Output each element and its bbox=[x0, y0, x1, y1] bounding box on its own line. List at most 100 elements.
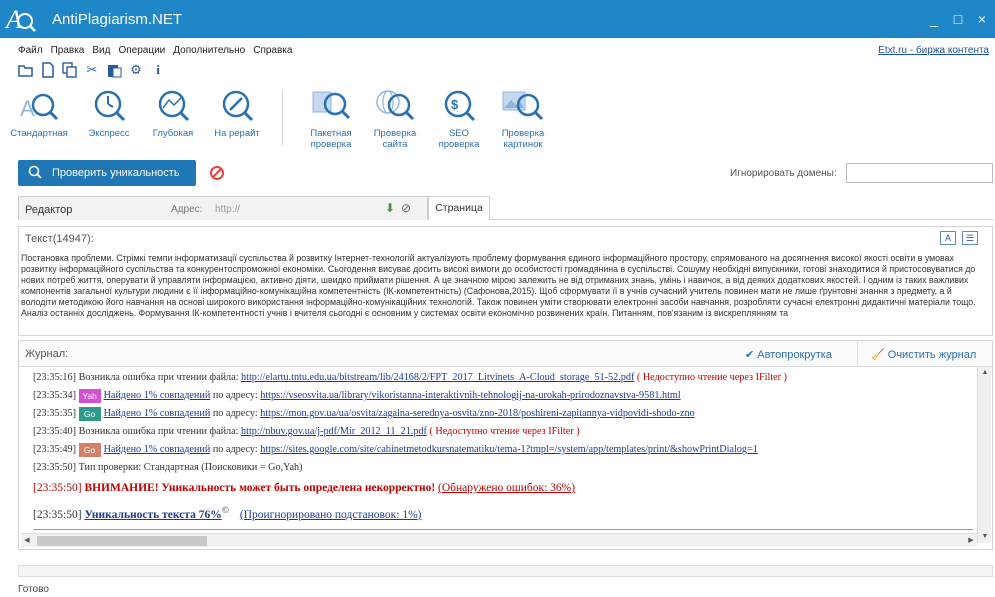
menu-edit[interactable]: Правка bbox=[51, 45, 85, 56]
warning-detail[interactable]: (Обнаружено ошибок: 36%) bbox=[438, 482, 575, 494]
express-check-button[interactable]: Экспресс bbox=[74, 86, 144, 139]
download-icon[interactable]: ⬇ bbox=[385, 201, 395, 215]
rewrite-check-label: На рерайт bbox=[214, 128, 260, 139]
log-entry: [23:35:50] Тип проверки: Стандартная (По… bbox=[33, 459, 978, 477]
log-text: Возникла ошибка при чтении файла: bbox=[78, 372, 242, 383]
warning-entry: [23:35:50] ВНИМАНИЕ! Уникальность может … bbox=[33, 477, 978, 499]
google-badge: Go bbox=[78, 442, 101, 457]
log-link[interactable]: http://nbuv.gov.ua/j-pdf/Mir_2012_11_21.… bbox=[241, 426, 427, 437]
scroll-right-icon[interactable]: ▶ bbox=[965, 534, 977, 548]
new-file-icon[interactable] bbox=[40, 62, 56, 78]
log-time: [23:35:40] bbox=[33, 426, 77, 437]
copyright-mark: © bbox=[221, 505, 229, 516]
check-uniqueness-button[interactable]: Проверить уникальность bbox=[18, 160, 196, 186]
text-view-icon[interactable]: ☰ bbox=[962, 231, 978, 245]
rewrite-check-icon bbox=[222, 90, 254, 122]
batch-check-icon bbox=[312, 91, 351, 120]
etxt-link[interactable]: Etxt.ru - биржа контента bbox=[878, 45, 989, 56]
address-input[interactable]: http:// bbox=[215, 204, 240, 215]
deep-check-button[interactable]: Глубокая bbox=[138, 86, 208, 139]
cut-icon[interactable]: ✂ bbox=[84, 62, 100, 78]
log-link[interactable]: http://elartu.tntu.edu.ua/bitstream/lib/… bbox=[241, 372, 634, 383]
log-entry: [23:35:34] Yah Найдено 1% совпадений по а… bbox=[33, 387, 978, 405]
progress-bar bbox=[18, 565, 993, 577]
batch-check-button[interactable]: Пакетная проверка bbox=[296, 86, 366, 150]
log-text: Возникла ошибка при чтении файла: bbox=[78, 426, 242, 437]
info-icon[interactable]: i bbox=[150, 62, 166, 78]
image-check-button[interactable]: Проверка картинок bbox=[488, 86, 558, 150]
ribbon-separator bbox=[282, 90, 283, 146]
clear-journal-button[interactable]: 🧹 Очистить журнал bbox=[871, 348, 976, 361]
log-time: [23:35:35] bbox=[33, 408, 77, 419]
clear-address-icon[interactable]: ⊘ bbox=[401, 201, 411, 215]
rewrite-check-button[interactable]: На рерайт bbox=[202, 86, 272, 139]
menu-help[interactable]: Справка bbox=[253, 45, 292, 56]
log-time: [23:35:16] bbox=[33, 372, 77, 383]
scroll-down-icon[interactable]: ▼ bbox=[978, 531, 992, 543]
check-uniqueness-label: Проверить уникальность bbox=[52, 167, 180, 179]
batch-check-label: Пакетная проверка bbox=[310, 128, 352, 150]
journal-horizontal-scrollbar[interactable]: ◀ ▶ bbox=[21, 533, 977, 547]
menu-operations[interactable]: Операции bbox=[118, 45, 165, 56]
site-check-button[interactable]: Проверка сайта bbox=[360, 86, 430, 150]
autoscroll-checkbox[interactable]: ✔ Автопрокрутка bbox=[745, 348, 832, 361]
journal-vertical-scrollbar[interactable]: ▲ ▼ bbox=[977, 367, 991, 543]
menu-view[interactable]: Вид bbox=[92, 45, 110, 56]
uniqueness-result[interactable]: Уникальность текста 76% bbox=[84, 509, 221, 521]
check-type-text: Тип проверки: Стандартная (Поисковики = … bbox=[78, 462, 303, 473]
standard-check-button[interactable]: A Стандартная bbox=[4, 86, 74, 139]
log-time: [23:35:50] bbox=[33, 462, 77, 473]
scroll-left-icon[interactable]: ◀ bbox=[21, 534, 33, 548]
match-link[interactable]: Найдено 1% совпадений bbox=[104, 390, 211, 401]
match-link[interactable]: Найдено 1% совпадений bbox=[104, 408, 211, 419]
open-folder-icon[interactable] bbox=[18, 62, 34, 78]
log-link[interactable]: https://mon.gov.ua/ua/osvita/zagalna-ser… bbox=[260, 408, 694, 419]
paste-icon[interactable] bbox=[106, 62, 122, 78]
maximize-button[interactable]: □ bbox=[951, 11, 965, 27]
image-check-icon bbox=[502, 91, 544, 121]
copy-icon[interactable] bbox=[62, 62, 78, 78]
address-label: Адрес: bbox=[171, 204, 203, 215]
app-title: AntiPlagiarism.NET bbox=[52, 10, 183, 28]
image-check-label: Проверка картинок bbox=[501, 128, 545, 150]
log-time: [23:35:49] bbox=[33, 444, 77, 455]
log-text: по адресу: bbox=[210, 444, 261, 455]
close-button[interactable]: × bbox=[975, 11, 989, 27]
stop-icon[interactable] bbox=[208, 164, 226, 182]
site-check-icon bbox=[376, 90, 415, 121]
seo-check-icon: $ bbox=[444, 90, 476, 122]
journal-log: [23:35:16] Возникла ошибка при чтении фа… bbox=[33, 369, 978, 530]
log-error: ( Недоступно чтение через IFilter ) bbox=[426, 426, 580, 437]
scroll-thumb[interactable] bbox=[37, 536, 207, 546]
tab-page[interactable]: Страница bbox=[428, 196, 490, 220]
scroll-up-icon[interactable]: ▲ bbox=[978, 367, 992, 379]
ignore-domains-label: Игнорировать домены: bbox=[730, 168, 837, 179]
log-divider bbox=[33, 529, 973, 530]
font-size-icon[interactable]: A bbox=[940, 231, 956, 245]
log-entry: [23:35:16] Возникла ошибка при чтении фа… bbox=[33, 369, 978, 387]
log-text: по адресу: bbox=[210, 408, 261, 419]
seo-check-button[interactable]: $ SEO проверка bbox=[424, 86, 494, 150]
warning-text: ВНИМАНИЕ! Уникальность может быть опреде… bbox=[84, 482, 436, 494]
log-entry: [23:35:35] Go Найдено 1% совпадений по ад… bbox=[33, 405, 978, 423]
text-editor-area[interactable]: Постановка проблеми. Стрімкі темпи інфор… bbox=[21, 253, 983, 319]
log-link[interactable]: https://sites.google.com/site/cabinetmet… bbox=[260, 444, 758, 455]
minimize-button[interactable]: _ bbox=[927, 11, 941, 27]
editor-tabs: Редактор Адрес: http:// ⬇ ⊘ Страница bbox=[18, 196, 993, 220]
log-entry: [23:35:40] Возникла ошибка при чтении фа… bbox=[33, 423, 978, 441]
menu-extra[interactable]: Дополнительно bbox=[173, 45, 245, 56]
standard-check-label: Стандартная bbox=[10, 128, 68, 139]
log-error: ( Недоступно чтение через IFilter ) bbox=[634, 372, 788, 383]
standard-check-icon: A bbox=[20, 93, 59, 121]
match-link[interactable]: Найдено 1% совпадений bbox=[104, 444, 211, 455]
tab-editor[interactable]: Редактор Адрес: http:// ⬇ ⊘ bbox=[18, 196, 428, 220]
ignore-domains-input[interactable] bbox=[846, 163, 993, 183]
log-link[interactable]: https://vseosvita.ua/library/vikoristann… bbox=[260, 390, 680, 401]
ignored-substitutions-link[interactable]: (Проигнорировано подстановок: 1%) bbox=[240, 509, 422, 521]
menu-file[interactable]: Файл bbox=[18, 45, 43, 56]
settings-icon[interactable]: ⚙ bbox=[128, 62, 144, 78]
log-time: [23:35:50] bbox=[33, 482, 82, 494]
journal-header: Журнал: ✔ Автопрокрутка 🧹 Очистить журна… bbox=[19, 341, 992, 367]
app-logo-icon: A bbox=[2, 1, 38, 37]
autoscroll-label: Автопрокрутка bbox=[757, 349, 832, 361]
